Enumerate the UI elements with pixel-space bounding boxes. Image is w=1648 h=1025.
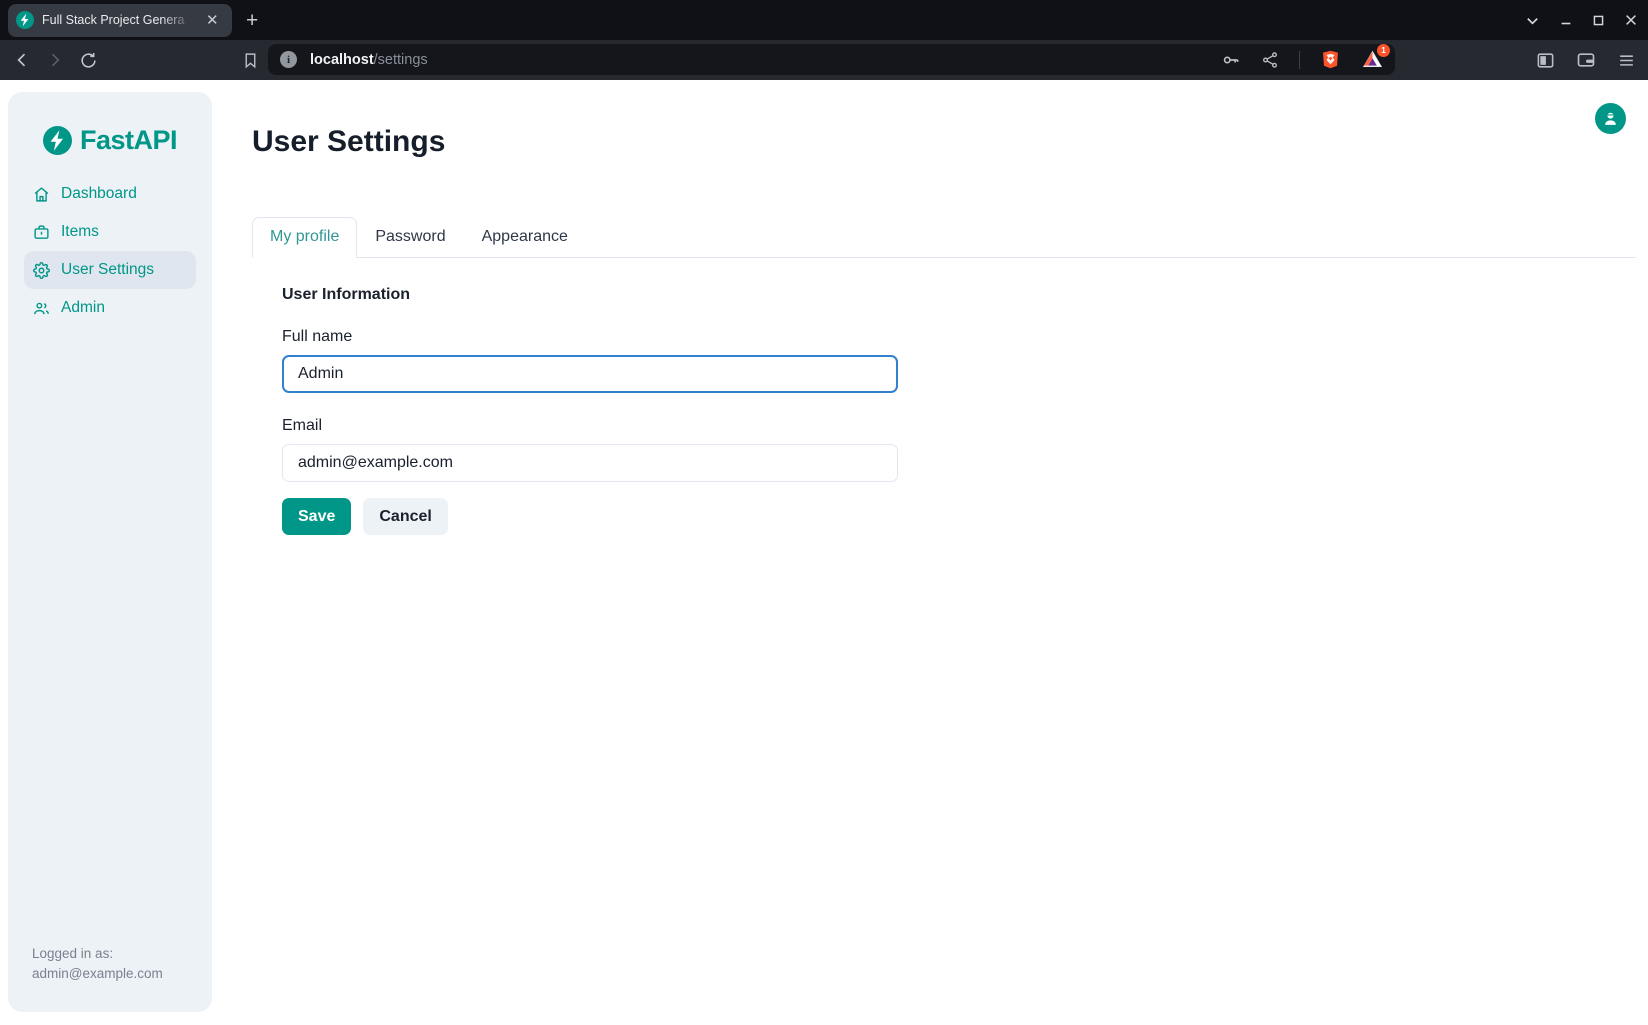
toolbar-divider [1299,51,1300,69]
sidebar: FastAPI Dashboard Items User Set [8,92,212,1012]
fastapi-favicon-icon [16,11,34,29]
share-icon[interactable] [1261,51,1279,69]
url-path: /settings [374,52,428,68]
save-button[interactable]: Save [282,498,351,535]
sidebar-item-label: Dashboard [61,185,137,203]
logged-in-email: admin@example.com [32,964,188,984]
password-key-icon[interactable] [1221,50,1241,70]
app-page: FastAPI Dashboard Items User Set [0,80,1648,1025]
tab-close-icon[interactable]: ✕ [202,11,223,30]
fastapi-logo: FastAPI [8,125,212,156]
fastapi-logo-text: FastAPI [80,125,177,156]
menu-hamburger-icon[interactable] [1617,51,1636,70]
back-button[interactable] [10,48,34,72]
browser-tab-title: Full Stack Project Genera [42,13,194,27]
sidebar-item-label: User Settings [61,261,154,279]
reload-button[interactable] [76,48,100,72]
url-text: localhost/settings [310,52,428,68]
home-icon [33,186,50,203]
cancel-button[interactable]: Cancel [363,498,447,535]
user-information-form: User Information Full name Email Save Ca… [282,286,898,535]
gear-icon [33,262,50,279]
url-host: localhost [310,52,374,68]
window-close-icon[interactable] [1624,13,1638,27]
email-input[interactable] [282,444,898,482]
brave-rewards-icon[interactable]: 1 [1361,49,1383,71]
tab-search-chevron-icon[interactable] [1525,13,1540,28]
browser-titlebar: Full Stack Project Genera ✕ + [0,0,1648,40]
full-name-input[interactable] [282,355,898,393]
section-title: User Information [282,286,898,304]
url-bar[interactable]: i localhost/settings [268,44,1395,75]
sidebar-item-user-settings[interactable]: User Settings [24,251,196,289]
rewards-badge-count: 1 [1377,44,1390,57]
new-tab-button[interactable]: + [246,10,258,31]
wallet-icon[interactable] [1576,50,1596,70]
window-maximize-icon[interactable] [1592,14,1605,27]
users-icon [33,300,50,317]
site-info-icon[interactable]: i [280,51,297,68]
sidebar-item-admin[interactable]: Admin [24,289,196,327]
bookmark-icon[interactable] [242,52,259,69]
logged-in-as-label: Logged in as: [32,944,188,964]
form-actions: Save Cancel [282,498,898,535]
settings-tabs: My profile Password Appearance [252,217,1636,258]
page-title: User Settings [252,124,1636,160]
forward-button[interactable] [43,48,67,72]
briefcase-icon [33,224,50,241]
browser-toolbar: i localhost/settings [0,40,1648,80]
email-label: Email [282,417,898,435]
sidebar-item-label: Admin [61,299,105,317]
sidebar-item-items[interactable]: Items [24,213,196,251]
sidebar-item-label: Items [61,223,99,241]
main-content: User Settings My profile Password Appear… [252,80,1636,535]
full-name-label: Full name [282,328,898,346]
sidebar-nav: Dashboard Items User Settings [8,175,212,327]
tab-appearance[interactable]: Appearance [464,217,586,257]
tab-password[interactable]: Password [357,217,463,257]
side-panel-icon[interactable] [1536,51,1555,70]
fastapi-bolt-icon [43,126,72,155]
sidebar-footer: Logged in as: admin@example.com [8,944,212,1013]
sidebar-item-dashboard[interactable]: Dashboard [24,175,196,213]
browser-tab[interactable]: Full Stack Project Genera ✕ [8,4,232,37]
tab-my-profile[interactable]: My profile [252,217,357,258]
brave-shield-icon[interactable] [1320,49,1341,70]
window-minimize-icon[interactable] [1559,13,1573,27]
